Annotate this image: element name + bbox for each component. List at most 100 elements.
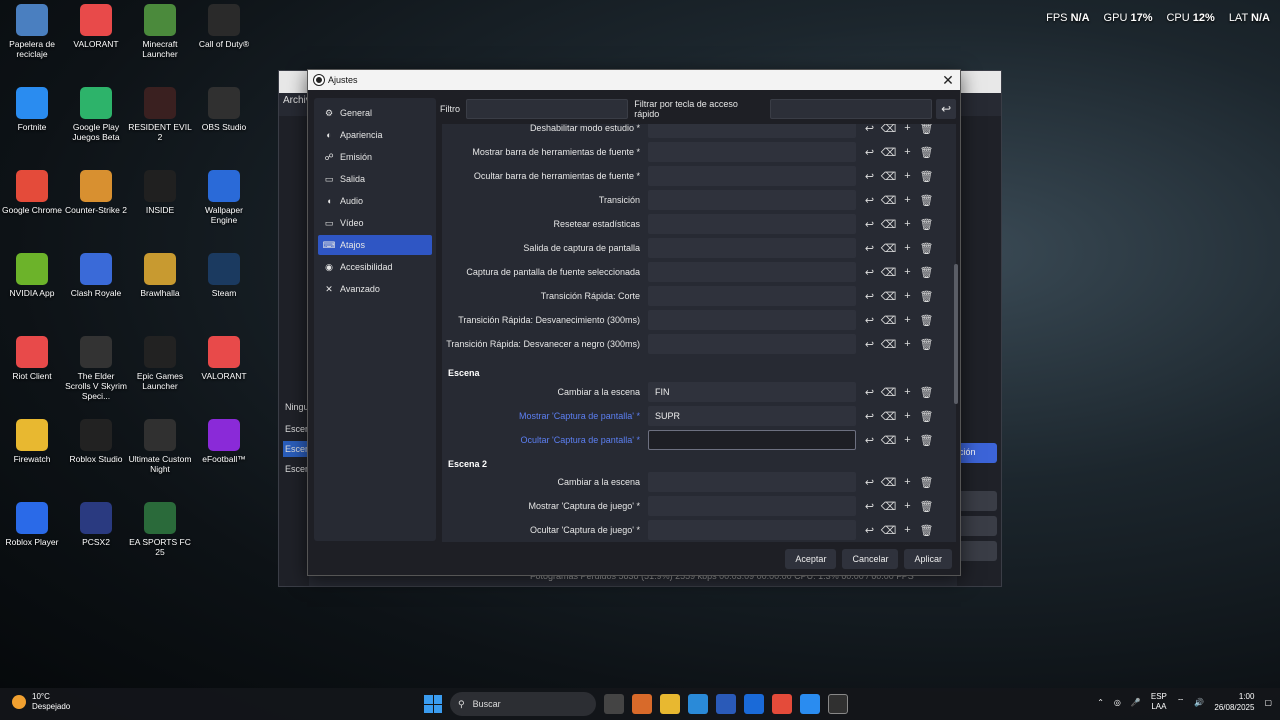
accept-button[interactable]: Aceptar	[785, 549, 837, 569]
add-icon[interactable]: +	[898, 214, 917, 234]
desktop-icon[interactable]: OBS Studio	[192, 83, 256, 132]
desktop-icon[interactable]: INSIDE	[128, 166, 192, 215]
clear-icon[interactable]: ⌫	[879, 190, 898, 210]
desktop-icon[interactable]: RESIDENT EVIL 2	[128, 83, 192, 142]
add-icon[interactable]: +	[898, 334, 917, 354]
clear-icon[interactable]: ⌫	[879, 496, 898, 516]
weather-widget[interactable]: 10°C Despejado	[12, 692, 70, 712]
hotkey-input[interactable]	[648, 190, 856, 210]
revert-icon[interactable]: ↩	[860, 238, 879, 258]
hotkey-input[interactable]	[648, 142, 856, 162]
revert-icon[interactable]: ↩	[860, 334, 879, 354]
add-icon[interactable]: +	[898, 124, 917, 138]
hotkey-input[interactable]	[648, 496, 856, 516]
close-icon[interactable]: ✕	[940, 72, 956, 88]
edge-icon[interactable]	[688, 694, 708, 714]
hotkey-input[interactable]	[648, 262, 856, 282]
obs-control-button[interactable]	[957, 541, 997, 561]
desktop-icon[interactable]: PCSX2	[64, 498, 128, 547]
hotkey-input[interactable]	[648, 520, 856, 540]
delete-icon[interactable]: 🗑	[917, 142, 936, 162]
desktop-icon[interactable]: Google Play Juegos Beta	[64, 83, 128, 142]
desktop-icon[interactable]: Fortnite	[0, 83, 64, 132]
file-explorer-icon[interactable]	[660, 694, 680, 714]
task-view-icon[interactable]	[604, 694, 624, 714]
add-icon[interactable]: +	[898, 472, 917, 492]
sidebar-item-general[interactable]: ⚙ General	[318, 103, 432, 123]
revert-icon[interactable]: ↩	[860, 124, 879, 138]
hotkey-input[interactable]	[648, 214, 856, 234]
hotkey-input[interactable]	[648, 166, 856, 186]
delete-icon[interactable]: 🗑	[917, 334, 936, 354]
delete-icon[interactable]: 🗑	[917, 520, 936, 540]
hotkey-input[interactable]: SUPR	[648, 406, 856, 426]
revert-icon[interactable]: ↩	[860, 166, 879, 186]
desktop-icon[interactable]: Steam	[192, 249, 256, 298]
chrome-icon[interactable]	[772, 694, 792, 714]
desktop-icon[interactable]: Brawlhalla	[128, 249, 192, 298]
add-icon[interactable]: +	[898, 166, 917, 186]
clear-icon[interactable]: ⌫	[879, 124, 898, 138]
delete-icon[interactable]: 🗑	[917, 406, 936, 426]
obs-scene-item[interactable]: Escen	[283, 441, 310, 457]
desktop-icon[interactable]: Riot Client	[0, 332, 64, 381]
desktop-icon[interactable]: Counter-Strike 2	[64, 166, 128, 215]
obs-icon[interactable]	[828, 694, 848, 714]
add-icon[interactable]: +	[898, 382, 917, 402]
delete-icon[interactable]: 🗑	[917, 124, 936, 138]
apply-button[interactable]: Aplicar	[904, 549, 952, 569]
desktop-icon[interactable]: Minecraft Launcher	[128, 0, 192, 59]
sidebar-item-accesibilidad[interactable]: ◉ Accesibilidad	[318, 257, 432, 277]
hotkey-input[interactable]	[648, 430, 856, 450]
hotkey-input[interactable]	[648, 238, 856, 258]
sidebar-item-avanzado[interactable]: ✕ Avanzado	[318, 279, 432, 299]
add-icon[interactable]: +	[898, 286, 917, 306]
desktop-icon[interactable]: Clash Royale	[64, 249, 128, 298]
hotkey-input[interactable]: FIN	[648, 382, 856, 402]
wifi-icon[interactable]: ⌔	[1177, 697, 1185, 707]
add-icon[interactable]: +	[898, 142, 917, 162]
revert-icon[interactable]: ↩	[860, 382, 879, 402]
sidebar-item-atajos[interactable]: ⌨ Atajos	[318, 235, 432, 255]
desktop-icon[interactable]: Ultimate Custom Night	[128, 415, 192, 474]
revert-icon[interactable]: ↩	[860, 286, 879, 306]
obs-start-button[interactable]: ción	[957, 443, 997, 463]
revert-icon[interactable]: ↩	[860, 472, 879, 492]
clock[interactable]: 1:00 26/08/2025	[1214, 691, 1254, 713]
filter-hotkey-input[interactable]	[769, 99, 933, 119]
desktop-icon[interactable]: eFootball™	[192, 415, 256, 464]
revert-icon[interactable]: ↩	[860, 262, 879, 282]
delete-icon[interactable]: 🗑	[917, 496, 936, 516]
add-icon[interactable]: +	[898, 190, 917, 210]
desktop-icon[interactable]: The Elder Scrolls V Skyrim Speci...	[64, 332, 128, 401]
revert-icon[interactable]: ↩	[860, 142, 879, 162]
hotkey-input[interactable]	[648, 334, 856, 354]
hotkey-input[interactable]	[648, 124, 856, 138]
desktop-icon[interactable]: VALORANT	[64, 0, 128, 49]
scrollbar-thumb[interactable]	[954, 264, 958, 404]
desktop-icon[interactable]: VALORANT	[192, 332, 256, 381]
revert-icon[interactable]: ↩	[860, 430, 879, 450]
clear-icon[interactable]: ⌫	[879, 286, 898, 306]
sidebar-item-salida[interactable]: ▭ Salida	[318, 169, 432, 189]
chevron-up-icon[interactable]: ⌃	[1097, 698, 1104, 707]
desktop-icon[interactable]: Wallpaper Engine	[192, 166, 256, 225]
language-indicator[interactable]: ESP LAA	[1151, 692, 1167, 712]
desktop-icon[interactable]: Roblox Player	[0, 498, 64, 547]
sidebar-item-audio[interactable]: ◖ Audio	[318, 191, 432, 211]
desktop-icon[interactable]: Call of Duty®	[192, 0, 256, 49]
revert-icon[interactable]: ↩	[860, 214, 879, 234]
add-icon[interactable]: +	[898, 520, 917, 540]
desktop-icon[interactable]: Google Chrome	[0, 166, 64, 215]
delete-icon[interactable]: 🗑	[917, 214, 936, 234]
obs-control-button[interactable]	[957, 516, 997, 536]
delete-icon[interactable]: 🗑	[917, 430, 936, 450]
clear-icon[interactable]: ⌫	[879, 238, 898, 258]
fortnite-icon[interactable]	[800, 694, 820, 714]
hotkey-input[interactable]	[648, 286, 856, 306]
delete-icon[interactable]: 🗑	[917, 262, 936, 282]
revert-icon[interactable]: ↩	[860, 496, 879, 516]
desktop-icon[interactable]: Epic Games Launcher	[128, 332, 192, 391]
hotkey-input[interactable]	[648, 310, 856, 330]
clear-icon[interactable]: ⌫	[879, 142, 898, 162]
